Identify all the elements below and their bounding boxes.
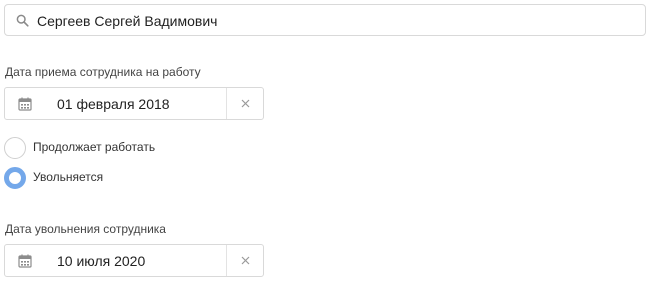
hire-date-label: Дата приема сотрудника на работу	[5, 65, 201, 79]
radio-button[interactable]	[4, 137, 26, 159]
dismissal-date-value[interactable]: 10 июля 2020	[57, 253, 145, 269]
radio-label: Увольняется	[33, 170, 104, 184]
search-input-value[interactable]: Сергеев Сергей Вадимович	[37, 13, 217, 29]
radio-option-continues-working[interactable]: Продолжает работать	[4, 137, 204, 161]
dismissal-date-field[interactable]: 10 июля 2020	[4, 244, 264, 277]
dismissal-date-label: Дата увольнения сотрудника	[5, 222, 166, 236]
radio-option-dismissed[interactable]: Увольняется	[4, 167, 204, 191]
employee-search-field[interactable]: Сергеев Сергей Вадимович	[4, 4, 646, 36]
search-icon	[16, 14, 29, 27]
calendar-icon[interactable]	[18, 97, 32, 111]
clear-hire-date-button[interactable]	[227, 88, 264, 119]
radio-button-selected[interactable]	[4, 167, 26, 189]
close-icon	[241, 256, 250, 265]
radio-label: Продолжает работать	[33, 140, 156, 154]
calendar-icon[interactable]	[18, 254, 32, 268]
close-icon	[241, 99, 250, 108]
clear-dismissal-date-button[interactable]	[227, 245, 264, 276]
hire-date-value[interactable]: 01 февраля 2018	[57, 96, 170, 112]
hire-date-field[interactable]: 01 февраля 2018	[4, 87, 264, 120]
